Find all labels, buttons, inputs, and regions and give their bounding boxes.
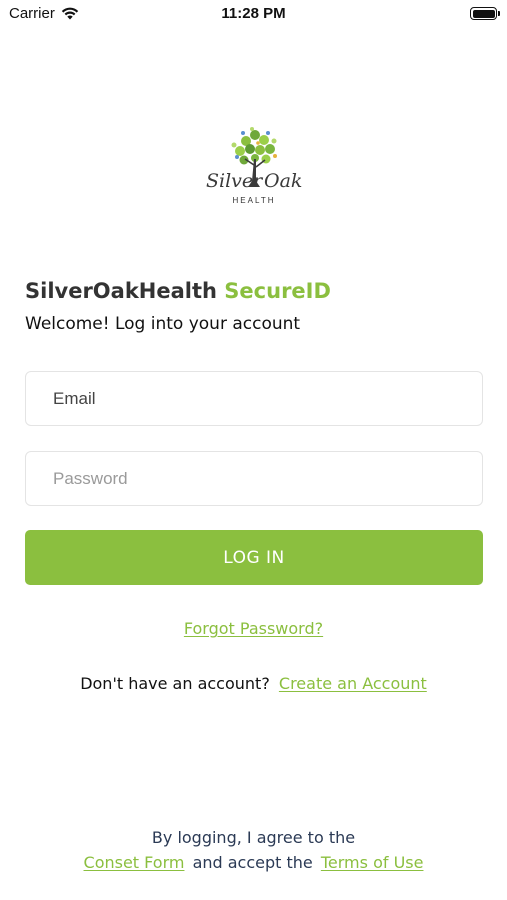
legal-line-1: By logging, I agree to the [151,828,356,847]
brand-name: SilverOakHealth [25,279,217,303]
clock: 11:28 PM [221,5,286,22]
consent-form-link[interactable]: Conset Form [84,853,185,872]
page-title: SilverOakHealth SecureID [25,279,331,303]
svg-text:Silver: Silver [206,170,264,192]
forgot-password-link[interactable]: Forgot Password? [184,619,323,638]
terms-of-use-link[interactable]: Terms of Use [321,853,424,872]
silver-oak-logo: Silver Oak HEALTH [198,123,310,209]
logo-subtext: HEALTH [232,196,276,205]
login-screen: Carrier 11:28 PM Silver Oak HEALTH Silve… [0,0,507,900]
password-field[interactable] [25,451,483,506]
welcome-subtitle: Welcome! Log into your account [25,314,301,334]
email-field[interactable] [25,371,483,426]
brand-accent: SecureID [224,279,331,303]
battery-icon [470,7,500,20]
signup-row: Don't have an account? Create an Account [0,674,507,693]
legal-notice: By logging, I agree to the Conset Form a… [0,825,507,875]
forgot-password-row: Forgot Password? [0,619,507,638]
login-button[interactable]: LOG IN [25,530,483,585]
legal-middle-text: and accept the [192,853,313,872]
status-bar: Carrier 11:28 PM [0,0,507,28]
svg-text:Oak: Oak [264,170,302,192]
legal-line-2: Conset Form and accept the Terms of Use [0,850,507,875]
no-account-text: Don't have an account? [80,674,270,693]
create-account-link[interactable]: Create an Account [279,674,427,693]
